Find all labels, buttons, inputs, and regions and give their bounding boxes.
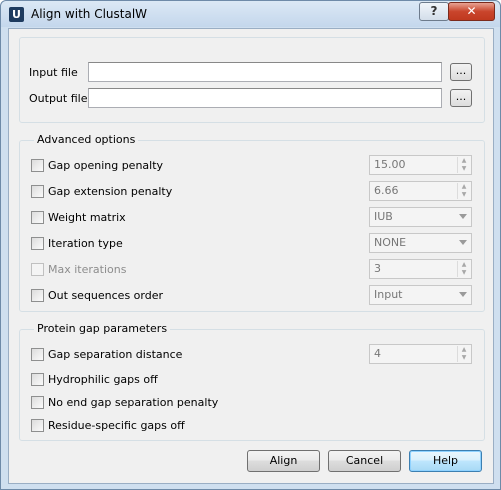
spin-down-icon[interactable]: ▼: [458, 269, 470, 277]
gap-extension-label: Gap extension penalty: [48, 185, 173, 198]
gap-separation-value: 4: [374, 347, 381, 360]
spin-down-icon[interactable]: ▼: [458, 354, 470, 362]
hydrophilic-label: Hydrophilic gaps off: [48, 373, 158, 386]
out-order-select[interactable]: Input: [369, 285, 472, 305]
gap-opening-checkbox[interactable]: [31, 159, 44, 172]
no-end-gap-checkbox[interactable]: [31, 396, 44, 409]
iteration-type-label: Iteration type: [48, 237, 123, 250]
gap-extension-spinbox[interactable]: 6.66 ▲ ▼: [369, 181, 472, 201]
hydrophilic-checkbox[interactable]: [31, 373, 44, 386]
spin-up-icon[interactable]: ▲: [458, 261, 470, 269]
residue-specific-checkbox[interactable]: [31, 419, 44, 432]
spin-arrows[interactable]: ▲ ▼: [457, 183, 470, 199]
output-file-label: Output file: [29, 92, 88, 105]
gap-opening-label: Gap opening penalty: [48, 159, 164, 172]
out-order-checkbox[interactable]: [31, 289, 44, 302]
cancel-button[interactable]: Cancel: [328, 450, 401, 472]
app-logo-icon: U: [9, 7, 24, 22]
spin-arrows[interactable]: ▲ ▼: [457, 157, 470, 173]
gap-opening-spinbox[interactable]: 15.00 ▲ ▼: [369, 155, 472, 175]
no-end-gap-label: No end gap separation penalty: [48, 396, 219, 409]
weight-matrix-checkbox[interactable]: [31, 211, 44, 224]
input-browse-button[interactable]: ...: [450, 63, 472, 81]
protein-gap-title: Protein gap parameters: [34, 322, 171, 335]
output-file-field[interactable]: [88, 88, 442, 108]
gap-separation-label: Gap separation distance: [48, 348, 183, 361]
max-iterations-spinbox[interactable]: 3 ▲ ▼: [369, 259, 472, 279]
gap-separation-spinbox[interactable]: 4 ▲ ▼: [369, 344, 472, 364]
out-order-label: Out sequences order: [48, 289, 164, 302]
context-help-button[interactable]: ?: [419, 2, 449, 21]
residue-specific-label: Residue-specific gaps off: [48, 419, 185, 432]
window-title: Align with ClustalW: [31, 7, 148, 21]
iteration-type-value: NONE: [374, 236, 407, 249]
weight-matrix-value: IUB: [374, 210, 393, 223]
dialog-window: U Align with ClustalW ? ✕ Input file ...…: [0, 0, 501, 490]
input-file-field[interactable]: [88, 62, 442, 82]
input-file-label: Input file: [29, 66, 78, 79]
spin-down-icon[interactable]: ▼: [458, 191, 470, 199]
max-iterations-label: Max iterations: [48, 263, 127, 276]
chevron-down-icon: [459, 292, 467, 297]
spin-up-icon[interactable]: ▲: [458, 183, 470, 191]
max-iterations-checkbox[interactable]: [31, 263, 44, 276]
title-bar[interactable]: U Align with ClustalW ? ✕: [1, 1, 500, 27]
chevron-down-icon: [459, 240, 467, 245]
gap-opening-value: 15.00: [374, 158, 406, 171]
iteration-type-checkbox[interactable]: [31, 237, 44, 250]
gap-extension-checkbox[interactable]: [31, 185, 44, 198]
chevron-down-icon: [459, 214, 467, 219]
gap-separation-checkbox[interactable]: [31, 348, 44, 361]
weight-matrix-select[interactable]: IUB: [369, 207, 472, 227]
out-order-value: Input: [374, 288, 403, 301]
spin-arrows[interactable]: ▲ ▼: [457, 261, 470, 277]
spin-arrows[interactable]: ▲ ▼: [457, 346, 470, 362]
max-iterations-value: 3: [374, 262, 381, 275]
gap-extension-value: 6.66: [374, 184, 399, 197]
spin-down-icon[interactable]: ▼: [458, 165, 470, 173]
advanced-options-title: Advanced options: [34, 133, 139, 146]
spin-up-icon[interactable]: ▲: [458, 346, 470, 354]
dialog-body: Input file ... Output file ... Advanced …: [8, 28, 494, 484]
spin-up-icon[interactable]: ▲: [458, 157, 470, 165]
close-button[interactable]: ✕: [448, 2, 495, 21]
weight-matrix-label: Weight matrix: [48, 211, 126, 224]
iteration-type-select[interactable]: NONE: [369, 233, 472, 253]
output-browse-button[interactable]: ...: [450, 89, 472, 107]
align-button[interactable]: Align: [247, 450, 320, 472]
help-button[interactable]: Help: [409, 450, 482, 472]
